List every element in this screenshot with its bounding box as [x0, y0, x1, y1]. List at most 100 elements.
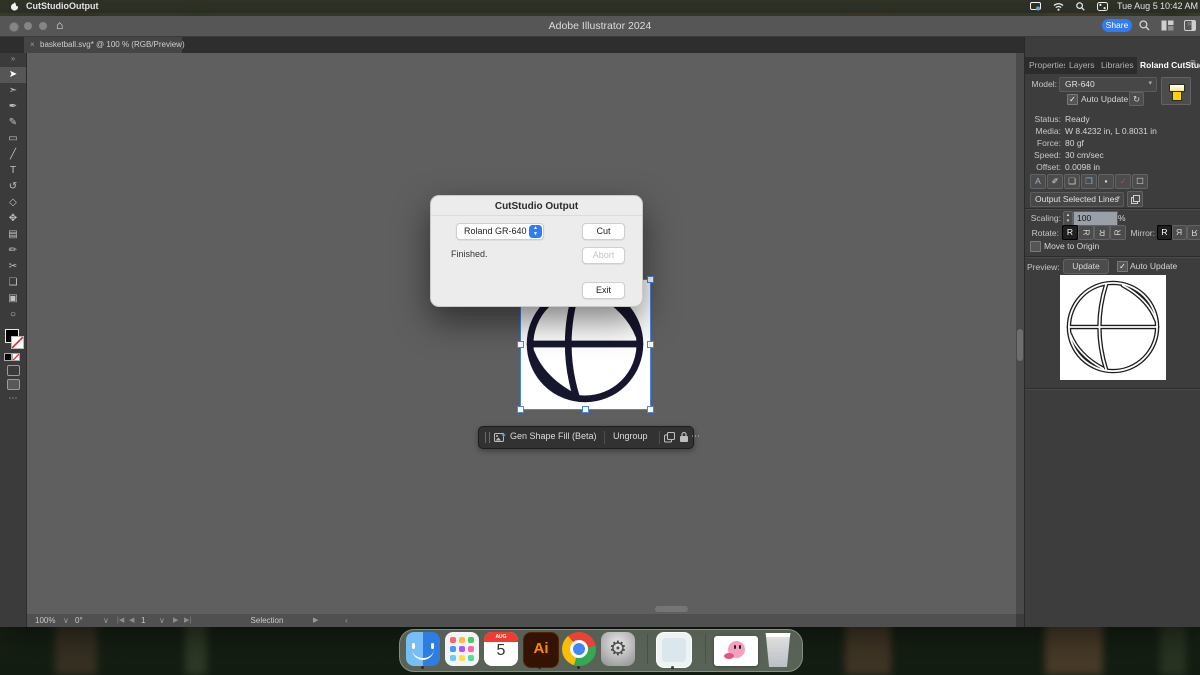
refresh-button[interactable]: ↻ — [1129, 92, 1144, 106]
artboard-tool[interactable]: ▣ — [0, 291, 26, 307]
rotate-0-button[interactable]: R — [1062, 225, 1078, 240]
canvas[interactable] — [27, 53, 1016, 614]
draw-mode-icon[interactable] — [7, 365, 20, 376]
pen-tool[interactable]: ✒ — [0, 99, 26, 115]
mirror-none-button[interactable]: R — [1157, 225, 1172, 240]
mirror-horizontal-button[interactable]: R — [1172, 225, 1187, 240]
preview-update-button[interactable]: Update — [1063, 259, 1109, 274]
device-dropdown[interactable]: Roland GR-640 ▲▼ — [456, 223, 544, 240]
gen-shape-fill-button[interactable]: Gen Shape Fill (Beta) — [510, 431, 597, 441]
zoom-level[interactable]: 100% — [35, 614, 55, 627]
vertical-scrollbar-thumb[interactable] — [1017, 329, 1023, 361]
lock-icon[interactable] — [679, 431, 689, 443]
selection-handle[interactable] — [647, 341, 654, 348]
scale-tool[interactable]: ◇ — [0, 195, 26, 211]
menubar-clock[interactable]: 10:42 AM — [1160, 0, 1198, 13]
type-tool[interactable]: T — [0, 163, 26, 179]
dock-launchpad-icon[interactable] — [445, 632, 479, 666]
move-to-origin-checkbox[interactable] — [1030, 241, 1041, 252]
zoom-dropdown-icon[interactable]: ∨ — [63, 614, 69, 627]
tab-libraries[interactable]: Libraries — [1101, 57, 1134, 74]
tab-properties[interactable]: Properties — [1029, 57, 1065, 74]
spotlight-search-icon[interactable] — [1076, 2, 1085, 11]
selection-handle[interactable] — [582, 406, 589, 413]
scaling-input[interactable]: 100 — [1073, 211, 1118, 226]
knife-toggle[interactable]: ✐ — [1047, 174, 1063, 189]
abort-button[interactable]: Abort — [582, 247, 625, 264]
mirror-vertical-button[interactable]: R — [1187, 225, 1200, 240]
selection-tool[interactable]: ➤ — [0, 67, 26, 83]
exit-button[interactable]: Exit — [582, 282, 625, 299]
dock-illustrator-icon[interactable]: Ai — [523, 632, 559, 668]
panel-expand-icon[interactable]: » — [1187, 19, 1191, 28]
rotation-value[interactable]: 0° — [75, 614, 83, 627]
last-artboard-icon[interactable]: ▶| — [184, 614, 191, 627]
gradient-tool[interactable]: ▤ — [0, 227, 26, 243]
none-color-icon[interactable] — [12, 353, 20, 361]
text-output-toggle[interactable]: A — [1030, 174, 1046, 189]
pencil-tool[interactable]: ✏ — [0, 243, 26, 259]
shape-builder-tool[interactable]: ❏ — [0, 275, 26, 291]
selection-handle[interactable] — [647, 276, 654, 283]
dock-calendar-icon[interactable]: AUG 5 — [484, 632, 518, 666]
selection-handle[interactable] — [647, 406, 654, 413]
dock-chrome-icon[interactable] — [562, 632, 596, 666]
scaling-stepper[interactable]: ▴▾ — [1063, 211, 1073, 226]
active-app-menu[interactable]: CutStudioOutput — [26, 0, 98, 13]
selection-area-toggle[interactable]: ☐ — [1132, 174, 1148, 189]
model-dropdown[interactable]: GR-640 ▾ — [1059, 77, 1157, 92]
ungroup-button[interactable]: Ungroup — [613, 431, 648, 441]
search-icon[interactable] — [1139, 20, 1150, 31]
workspace-switcher-icon[interactable] — [1161, 20, 1174, 31]
shaper-tool[interactable]: ✥ — [0, 211, 26, 227]
vertical-scrollbar[interactable] — [1016, 53, 1024, 614]
expand-tools-icon[interactable]: » — [0, 54, 26, 63]
check-toggle[interactable]: ✓ — [1115, 174, 1131, 189]
panel-menu-icon[interactable]: ≡ — [1190, 58, 1196, 69]
rotate-tool[interactable]: ↺ — [0, 179, 26, 195]
tab-layers[interactable]: Layers — [1069, 57, 1095, 74]
output-mode-dropdown[interactable]: Output Selected Lines ▾ — [1030, 192, 1124, 207]
artboard-number[interactable]: 1 — [141, 614, 145, 627]
rotate-90-button[interactable]: R — [1078, 225, 1094, 240]
duplicate-icon[interactable] — [664, 432, 675, 443]
stroke-color-swatch[interactable] — [11, 336, 24, 349]
rotate-180-button[interactable]: R — [1094, 225, 1110, 240]
dock-kirby-image[interactable] — [714, 636, 758, 666]
dock-finder-icon[interactable] — [406, 632, 440, 666]
fill-shapes-toggle[interactable]: ❒ — [1081, 174, 1097, 189]
scissors-tool[interactable]: ✂ — [0, 259, 26, 275]
horizontal-scrollbar-thumb[interactable] — [655, 606, 688, 612]
cut-button[interactable]: Cut — [582, 223, 625, 240]
cutter-device-button[interactable] — [1161, 77, 1191, 105]
dock-cutstudio-icon[interactable] — [656, 632, 692, 668]
rotation-dropdown-icon[interactable]: ∨ — [103, 614, 109, 627]
screen-mode-icon[interactable] — [7, 379, 20, 390]
drag-handle[interactable] — [485, 432, 490, 443]
solid-toggle[interactable]: ▪ — [1098, 174, 1114, 189]
direct-selection-tool[interactable]: ➣ — [0, 83, 26, 99]
dock-settings-icon[interactable]: ⚙ — [601, 632, 635, 666]
color-mode-icon[interactable] — [4, 353, 12, 361]
rectangle-tool[interactable]: ▭ — [0, 131, 26, 147]
menubar-date[interactable]: Tue Aug 5 — [1117, 0, 1158, 13]
wifi-icon[interactable] — [1053, 2, 1064, 11]
shapes-toggle[interactable]: ❏ — [1064, 174, 1080, 189]
export-lines-button[interactable] — [1127, 191, 1143, 207]
rotate-270-button[interactable]: R — [1110, 225, 1126, 240]
selection-handle[interactable] — [517, 341, 524, 348]
next-artboard-icon[interactable]: ▶ — [173, 614, 178, 627]
status-collapse-icon[interactable]: ‹ — [345, 614, 348, 627]
curvature-tool[interactable]: ✎ — [0, 115, 26, 131]
artboard-dropdown-icon[interactable]: ∨ — [159, 614, 165, 627]
close-tab-icon[interactable]: × — [30, 37, 35, 53]
more-options-icon[interactable]: ⋯ — [691, 431, 700, 442]
first-artboard-icon[interactable]: |◀ — [117, 614, 124, 627]
line-tool[interactable]: ╱ — [0, 147, 26, 163]
auto-update-checkbox[interactable]: ✓ — [1067, 94, 1078, 105]
apple-logo-icon[interactable] — [10, 2, 19, 11]
control-center-icon[interactable] — [1097, 2, 1108, 11]
display-mirroring-icon[interactable] — [1030, 2, 1041, 11]
selection-handle[interactable] — [517, 406, 524, 413]
share-button[interactable]: Share — [1102, 19, 1132, 32]
